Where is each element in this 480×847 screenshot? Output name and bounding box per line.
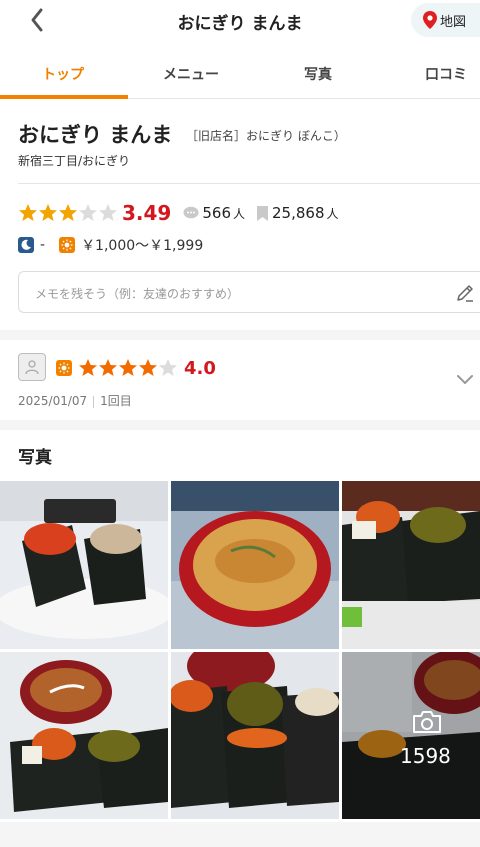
photos-section-title: 写真 <box>18 448 52 468</box>
star-filled-icon <box>19 204 37 221</box>
night-price: - <box>40 237 46 253</box>
section-separator <box>0 822 480 847</box>
memo-placeholder: メモを残そう（例：友達のおすすめ） <box>35 287 240 301</box>
chevron-down-icon[interactable] <box>455 373 475 387</box>
bookmark-icon <box>257 205 269 221</box>
photo-count: 1598 <box>400 744 451 768</box>
star-filled-icon <box>59 204 77 221</box>
tab-top[interactable]: トップ <box>42 64 84 84</box>
sun-icon <box>59 237 76 253</box>
photo-thumbnail[interactable] <box>0 481 168 649</box>
page-title: おにぎり まんま <box>177 14 303 34</box>
bookmarks-count[interactable]: 25,868 人 <box>257 204 339 222</box>
review-rating-row: 4.0 <box>56 355 216 381</box>
tab-photos[interactable]: 写真 <box>304 64 332 84</box>
memo-input[interactable]: メモを残そう（例：友達のおすすめ） <box>18 271 480 313</box>
photo-thumbnail[interactable] <box>171 652 339 819</box>
camera-icon <box>413 711 441 733</box>
star-filled-icon <box>119 359 137 376</box>
rating-score: 3.49 <box>122 201 172 225</box>
section-separator <box>0 420 480 430</box>
star-filled-icon <box>39 204 57 221</box>
review-visit: 1回目 <box>100 394 132 408</box>
review-score: 4.0 <box>184 357 216 379</box>
speech-bubble-icon <box>183 206 199 219</box>
star-empty-icon <box>99 204 117 221</box>
rating-row: 3.49 566 人 25,868 人 <box>18 200 339 226</box>
star-empty-icon <box>159 359 177 376</box>
active-tab-indicator <box>0 95 128 99</box>
reviews-count-unit: 人 <box>233 206 246 221</box>
user-icon <box>25 360 39 375</box>
star-filled-icon <box>99 359 117 376</box>
shop-former-name: ［旧店名］おにぎり ぼんこ） <box>186 129 346 143</box>
star-filled-icon <box>139 359 157 376</box>
star-filled-icon <box>79 359 97 376</box>
reviews-count[interactable]: 566 人 <box>183 204 245 222</box>
rating-stars <box>18 203 118 223</box>
map-pin-icon <box>423 11 437 29</box>
shop-area-genre[interactable]: 新宿三丁目/おにぎり <box>18 152 130 169</box>
tab-reviews[interactable]: 口コミ <box>425 64 467 84</box>
section-separator <box>0 330 480 340</box>
tab-menu[interactable]: メニュー <box>163 64 219 84</box>
shop-name: おにぎり まんま <box>18 123 173 147</box>
map-button[interactable]: 地図 <box>411 3 480 37</box>
avatar[interactable] <box>18 353 46 381</box>
moon-icon <box>18 237 34 253</box>
bookmarks-count-unit: 人 <box>326 206 339 221</box>
photo-more-thumbnail[interactable]: 1598 <box>342 652 480 819</box>
photo-grid: 1598 <box>0 481 480 819</box>
reviews-count-value: 566 <box>202 204 231 222</box>
bookmarks-count-value: 25,868 <box>272 204 325 222</box>
tab-bar: トップ メニュー 写真 口コミ <box>0 44 480 99</box>
review-meta: 2025/01/07 1回目 <box>18 392 132 409</box>
photo-thumbnail[interactable] <box>171 481 339 649</box>
divider <box>93 395 95 408</box>
sun-icon <box>56 360 72 376</box>
map-label: 地図 <box>440 14 467 30</box>
photo-thumbnail[interactable] <box>342 481 480 649</box>
photo-thumbnail[interactable] <box>0 652 168 819</box>
review-stars <box>78 358 178 378</box>
pencil-icon <box>457 285 473 302</box>
app-header: おにぎり まんま 地図 <box>0 0 480 44</box>
day-price: ￥1,000～￥1,999 <box>81 238 204 254</box>
star-empty-icon <box>79 204 97 221</box>
photo-count-overlay <box>342 652 480 819</box>
review-date: 2025/01/07 <box>18 394 88 408</box>
divider <box>18 183 480 184</box>
price-row: - ￥1,000～￥1,999 <box>18 235 203 255</box>
